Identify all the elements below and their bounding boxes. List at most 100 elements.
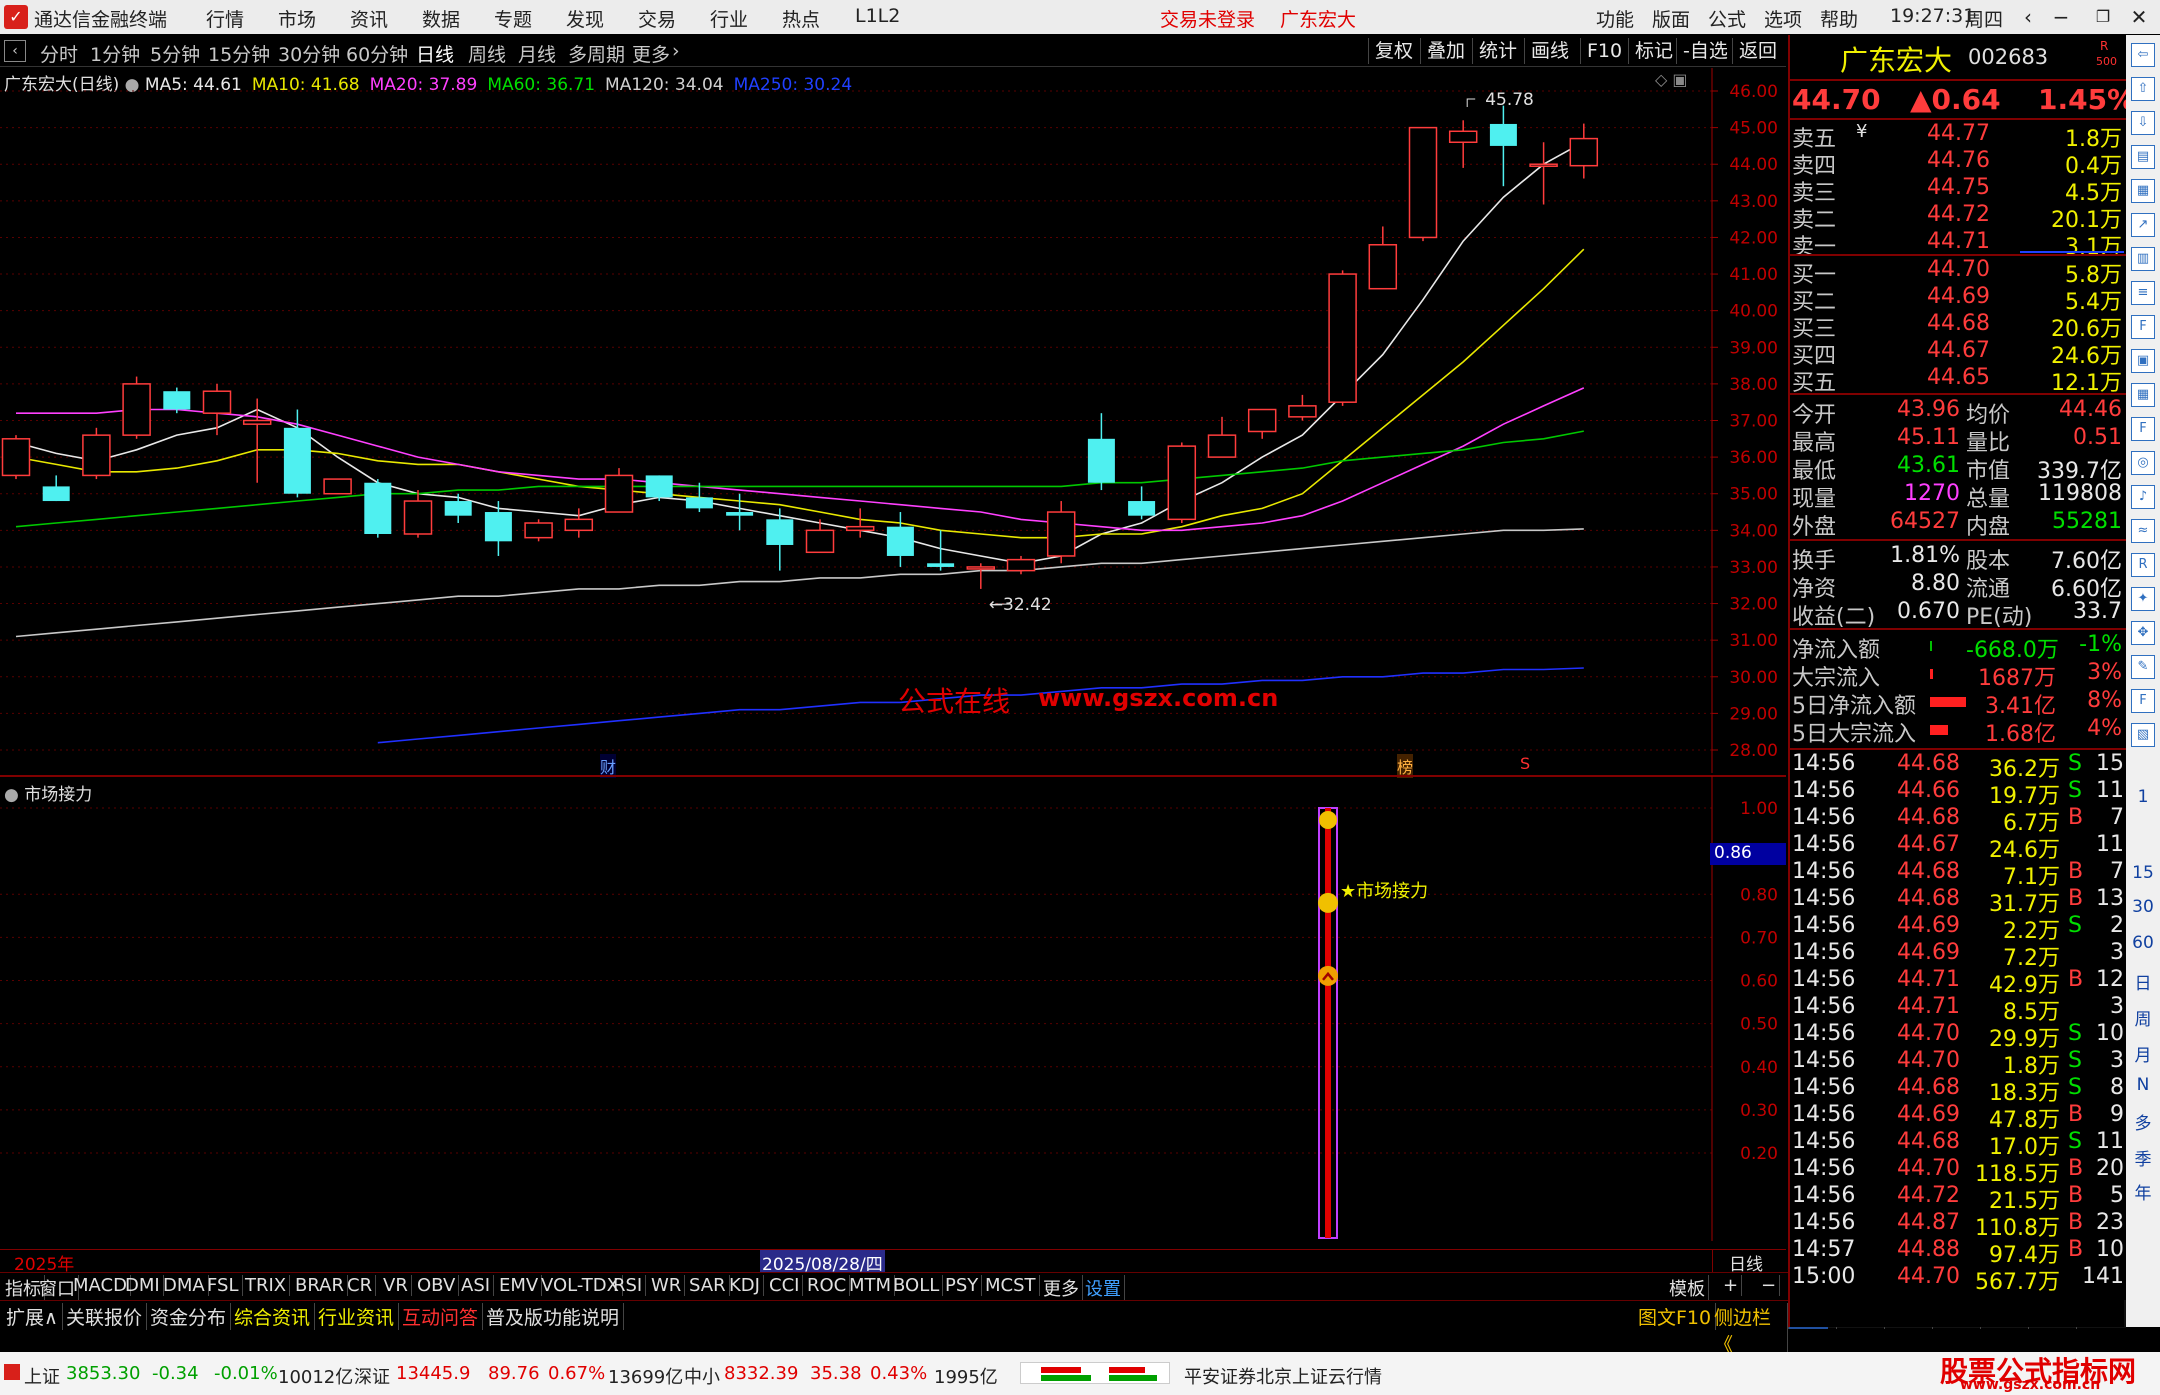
period-tab-9[interactable]: 多周期	[568, 40, 625, 67]
indicator-tab-6[interactable]: TRIX	[242, 1275, 291, 1296]
period-shortcut-7[interactable]: N	[2126, 1075, 2160, 1095]
period-tab-5[interactable]: 60分钟	[346, 40, 408, 67]
rsi-icon[interactable]: R	[2131, 553, 2155, 577]
fs-icon[interactable]: F	[2131, 689, 2155, 713]
tick-row[interactable]: 14:56 44.68 6.7万 B 7	[1790, 805, 2126, 836]
candle[interactable]	[444, 493, 472, 524]
indicator-tab-18[interactable]: CCI	[766, 1275, 804, 1296]
tick-row[interactable]: 14:56 44.72 21.5万 B 5	[1790, 1183, 2126, 1214]
right-menu-4[interactable]: 帮助	[1820, 5, 1858, 32]
tool-6[interactable]: -自选	[1676, 38, 1734, 64]
up-arrow-icon[interactable]: ⇧	[2131, 77, 2155, 101]
indicator-tab-14[interactable]: RSI	[610, 1275, 647, 1296]
table-icon[interactable]: ▣	[2131, 349, 2155, 373]
candle[interactable]	[242, 398, 272, 483]
f2-icon[interactable]: F	[2131, 417, 2155, 441]
menu-1[interactable]: 市场	[278, 5, 316, 32]
tick-row[interactable]: 14:56 44.69 2.2万 S 2	[1790, 913, 2126, 944]
ext-tab-5[interactable]: 互动问答	[398, 1303, 484, 1330]
indicator-tab-20[interactable]: MTM	[846, 1275, 896, 1296]
tick-row[interactable]: 14:56 44.67 24.6万 11	[1790, 832, 2126, 863]
period-tab-3[interactable]: 15分钟	[208, 40, 270, 67]
candle[interactable]	[604, 468, 634, 513]
candle[interactable]	[524, 519, 553, 542]
indicator-tab-4[interactable]: DMA	[160, 1275, 209, 1296]
candle[interactable]	[1368, 226, 1398, 290]
tick-row[interactable]: 15:00 44.70 567.7万 141	[1790, 1264, 2126, 1295]
period-tab-0[interactable]: 分时	[40, 40, 78, 67]
period-shortcut-3[interactable]: 60	[2126, 933, 2160, 953]
f10-icon[interactable]: F	[2131, 315, 2155, 339]
tick-row[interactable]: 14:56 44.69 7.2万 3	[1790, 940, 2126, 971]
calendar-icon[interactable]: ▦	[2131, 383, 2155, 407]
tick-row[interactable]: 14:56 44.66 19.7万 S 11	[1790, 778, 2126, 809]
tool-4[interactable]: F10	[1580, 38, 1628, 64]
candle[interactable]	[1569, 123, 1599, 179]
candle[interactable]	[1489, 105, 1517, 187]
right-menu-1[interactable]: 版面	[1652, 5, 1690, 32]
indicator-tab-21[interactable]: BOLL	[890, 1275, 944, 1296]
grid-icon[interactable]: ▦	[2131, 179, 2155, 203]
period-tab-1[interactable]: 1分钟	[90, 40, 140, 67]
candle[interactable]	[1328, 270, 1357, 406]
period-shortcut-4[interactable]: 日	[2126, 969, 2160, 994]
period-shortcut-5[interactable]: 周	[2126, 1005, 2160, 1030]
login-status[interactable]: 交易未登录	[1160, 5, 1255, 32]
candle[interactable]	[403, 490, 433, 538]
tool-2[interactable]: 统计	[1472, 38, 1523, 64]
candle[interactable]	[163, 387, 191, 414]
indicator-tab-15[interactable]: WR	[648, 1275, 686, 1296]
right-menu-0[interactable]: 功能	[1596, 5, 1634, 32]
tick-row[interactable]: 14:56 44.68 7.1万 B 7	[1790, 859, 2126, 890]
tick-row[interactable]: 14:56 44.68 31.7万 B 13	[1790, 886, 2126, 917]
tick-row[interactable]: 14:56 44.70 118.5万 B 20	[1790, 1156, 2126, 1187]
tick-row[interactable]: 14:56 44.69 47.8万 B 9	[1790, 1102, 2126, 1133]
ext-tab-2[interactable]: 资金分布	[146, 1303, 232, 1330]
minimize-icon[interactable]: −	[2048, 4, 2074, 30]
back-icon[interactable]: ‹	[2015, 4, 2041, 30]
period-tab-4[interactable]: 30分钟	[278, 40, 340, 67]
period-tab-2[interactable]: 5分钟	[150, 40, 200, 67]
close-icon[interactable]: ✕	[2126, 4, 2152, 30]
compass-icon[interactable]: ◎	[2131, 451, 2155, 475]
candle[interactable]	[1207, 416, 1237, 458]
period-shortcut-0[interactable]: 1	[2126, 787, 2160, 807]
list-icon[interactable]: ≡	[2131, 281, 2155, 305]
indicator-right-2[interactable]: −	[1758, 1275, 1781, 1296]
period-shortcut-2[interactable]: 30	[2126, 897, 2160, 917]
sh-label[interactable]: 上证	[24, 1363, 60, 1389]
candle[interactable]	[726, 493, 754, 531]
period-tab-8[interactable]: 月线	[518, 40, 556, 67]
indicator-tab-24[interactable]: 更多	[1040, 1275, 1083, 1301]
indicator-tab-23[interactable]: MCST	[982, 1275, 1040, 1296]
candlestick-chart[interactable]: 46.00 45.00 44.00 43.00 42.00 41.00 40.00 39.00…	[0, 68, 1786, 773]
more-chevron-icon[interactable]: ›	[672, 40, 680, 62]
move-icon[interactable]: ✥	[2131, 621, 2155, 645]
chart-icon[interactable]: ▤	[2131, 145, 2155, 169]
indicator-tab-5[interactable]: FSL	[204, 1275, 243, 1296]
tool-5[interactable]: 标记	[1628, 38, 1679, 64]
tick-row[interactable]: 14:56 44.70 29.9万 S 10	[1790, 1021, 2126, 1052]
candle[interactable]	[1087, 413, 1115, 491]
sound-icon[interactable]: ♪	[2131, 485, 2155, 509]
candle[interactable]	[886, 512, 914, 567]
indicator-right-1[interactable]: +	[1720, 1275, 1743, 1296]
indicator-tab-25[interactable]: 设置	[1082, 1275, 1125, 1301]
right-menu-2[interactable]: 公式	[1708, 5, 1746, 32]
candle[interactable]	[1, 435, 31, 480]
indicator-tab-12[interactable]: EMV	[496, 1275, 543, 1296]
indicator-tab-19[interactable]: ROC	[804, 1275, 851, 1296]
period-tab-7[interactable]: 周线	[468, 40, 506, 67]
candle[interactable]	[122, 376, 151, 439]
candle[interactable]	[323, 478, 352, 495]
tool-0[interactable]: 复权	[1368, 38, 1419, 64]
signal-icon[interactable]: ≈	[2131, 519, 2155, 543]
menu-5[interactable]: 发现	[566, 5, 604, 32]
candle[interactable]	[966, 563, 996, 589]
indicator-tab-22[interactable]: PSY	[942, 1275, 983, 1296]
tool-7[interactable]: 返回	[1732, 38, 1783, 64]
tick-row[interactable]: 14:56 44.68 18.3万 S 8	[1790, 1075, 2126, 1106]
menu-9[interactable]: L1L2	[855, 5, 900, 27]
indicator-tab-16[interactable]: SAR	[686, 1275, 730, 1296]
candle[interactable]	[1288, 394, 1317, 421]
